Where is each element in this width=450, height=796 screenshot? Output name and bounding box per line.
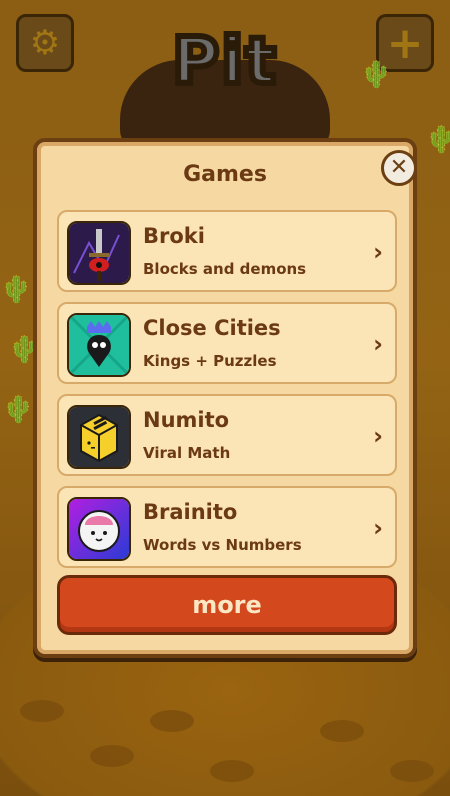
yellow-cube-icon [67,405,131,469]
game-card-brainito[interactable]: Brainito Words vs Numbers › [57,486,397,568]
chevron-right-icon: › [373,330,383,358]
game-subtitle: Kings + Puzzles [143,352,277,370]
cactus-decoration: 🌵 [425,125,450,155]
game-card-numito[interactable]: Numito Viral Math › [57,394,397,476]
dialog-title: Games [183,162,267,187]
paw-print [390,760,434,782]
cactus-decoration: 🌵 [360,60,393,90]
games-dialog: Games ✕ Broki Blocks and demons › Close … [33,138,417,658]
game-name: Close Cities [143,316,281,340]
close-button[interactable]: ✕ [381,150,417,186]
paw-print [210,760,254,782]
game-logo: Pit [110,22,340,150]
cactus-decoration: 🌵 [0,275,33,305]
game-subtitle: Viral Math [143,444,231,462]
game-subtitle: Words vs Numbers [143,536,302,554]
crowned-pin-icon [67,313,131,377]
paw-print [320,720,364,742]
game-name: Brainito [143,500,238,524]
game-subtitle: Blocks and demons [143,260,307,278]
game-card-close-cities[interactable]: Close Cities Kings + Puzzles › [57,302,397,384]
games-list: Broki Blocks and demons › Close Cities K… [57,210,397,578]
more-button[interactable]: more [57,575,397,635]
gear-icon: ⚙ [29,23,61,63]
chevron-right-icon: › [373,514,383,542]
settings-button[interactable]: ⚙ [16,14,74,72]
game-name: Numito [143,408,230,432]
brain-cat-icon [67,497,131,561]
game-card-broki[interactable]: Broki Blocks and demons › [57,210,397,292]
sword-eye-icon [67,221,131,285]
paw-print [20,700,64,722]
game-name: Broki [143,224,205,248]
paw-print [150,710,194,732]
close-icon: ✕ [389,155,409,180]
chevron-right-icon: › [373,238,383,266]
chevron-right-icon: › [373,422,383,450]
cactus-decoration: 🌵 [2,395,35,425]
paw-print [90,745,134,767]
